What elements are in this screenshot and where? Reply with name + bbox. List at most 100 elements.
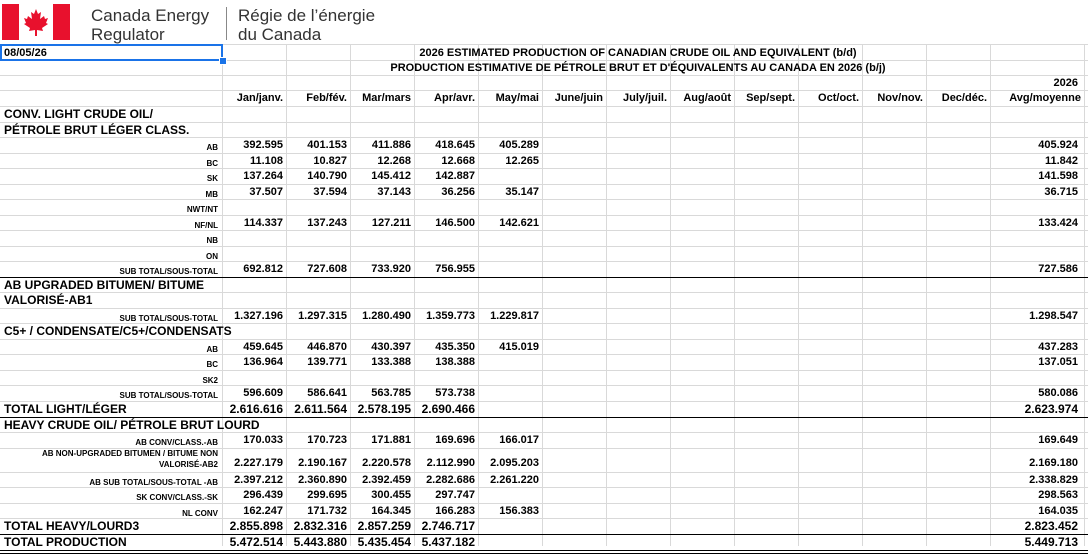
- value-cell[interactable]: 411.886: [350, 138, 411, 152]
- average-cell[interactable]: 169.649: [990, 433, 1078, 447]
- row-label[interactable]: AB UPGRADED BITUMEN/ BITUME: [4, 278, 204, 292]
- value-cell[interactable]: 162.247: [222, 504, 283, 518]
- value-cell[interactable]: 1.229.817: [478, 309, 539, 323]
- value-cell[interactable]: 136.964: [222, 355, 283, 369]
- value-cell[interactable]: 2.360.890: [286, 473, 347, 487]
- value-cell[interactable]: 1.297.315: [286, 309, 347, 323]
- value-cell[interactable]: 297.747: [414, 488, 475, 502]
- value-cell[interactable]: 35.147: [478, 185, 539, 199]
- value-cell[interactable]: 166.283: [414, 504, 475, 518]
- value-cell[interactable]: 2.578.195: [350, 402, 411, 416]
- value-cell[interactable]: 5.437.182: [414, 535, 475, 549]
- average-cell[interactable]: 2.623.974: [990, 402, 1078, 416]
- value-cell[interactable]: 2.282.686: [414, 473, 475, 487]
- average-cell[interactable]: 141.598: [990, 169, 1078, 183]
- value-cell[interactable]: 418.645: [414, 138, 475, 152]
- value-cell[interactable]: 133.388: [350, 355, 411, 369]
- value-cell[interactable]: 692.812: [222, 262, 283, 276]
- average-cell[interactable]: 5.449.713: [990, 535, 1078, 549]
- value-cell[interactable]: 170.723: [286, 433, 347, 447]
- value-cell[interactable]: 446.870: [286, 340, 347, 354]
- value-cell[interactable]: 12.265: [478, 154, 539, 168]
- value-cell[interactable]: 2.095.203: [478, 456, 539, 470]
- value-cell[interactable]: 2.832.316: [286, 519, 347, 533]
- row-label[interactable]: VALORISÉ-AB1: [4, 293, 92, 307]
- value-cell[interactable]: 140.790: [286, 169, 347, 183]
- average-cell[interactable]: 133.424: [990, 216, 1078, 230]
- value-cell[interactable]: 596.609: [222, 386, 283, 400]
- value-cell[interactable]: 164.345: [350, 504, 411, 518]
- value-cell[interactable]: 2.857.259: [350, 519, 411, 533]
- row-label[interactable]: HEAVY CRUDE OIL/ PÉTROLE BRUT LOURD: [4, 418, 260, 432]
- value-cell[interactable]: 11.108: [222, 154, 283, 168]
- value-cell[interactable]: 156.383: [478, 504, 539, 518]
- value-cell[interactable]: 2.190.167: [286, 456, 347, 470]
- spreadsheet-grid[interactable]: 08/05/26 2026 ESTIMATED PRODUCTION OF CAN…: [0, 0, 1088, 554]
- value-cell[interactable]: 139.771: [286, 355, 347, 369]
- value-cell[interactable]: 392.595: [222, 138, 283, 152]
- value-cell[interactable]: 2.392.459: [350, 473, 411, 487]
- selection-fill-handle[interactable]: [219, 57, 227, 65]
- value-cell[interactable]: 563.785: [350, 386, 411, 400]
- value-cell[interactable]: 12.268: [350, 154, 411, 168]
- value-cell[interactable]: 2.261.220: [478, 473, 539, 487]
- average-cell[interactable]: 11.842: [990, 154, 1078, 168]
- row-label[interactable]: CONV. LIGHT CRUDE OIL/: [4, 107, 153, 121]
- value-cell[interactable]: 2.220.578: [350, 456, 411, 470]
- value-cell[interactable]: 1.280.490: [350, 309, 411, 323]
- value-cell[interactable]: 727.608: [286, 262, 347, 276]
- value-cell[interactable]: 171.881: [350, 433, 411, 447]
- value-cell[interactable]: 138.388: [414, 355, 475, 369]
- value-cell[interactable]: 586.641: [286, 386, 347, 400]
- value-cell[interactable]: 459.645: [222, 340, 283, 354]
- value-cell[interactable]: 5.435.454: [350, 535, 411, 549]
- value-cell[interactable]: 137.243: [286, 216, 347, 230]
- value-cell[interactable]: 2.690.466: [414, 402, 475, 416]
- value-cell[interactable]: 114.337: [222, 216, 283, 230]
- average-cell[interactable]: 727.586: [990, 262, 1078, 276]
- value-cell[interactable]: 296.439: [222, 488, 283, 502]
- value-cell[interactable]: 2.397.212: [222, 473, 283, 487]
- average-cell[interactable]: 36.715: [990, 185, 1078, 199]
- value-cell[interactable]: 145.412: [350, 169, 411, 183]
- row-label[interactable]: TOTAL HEAVY/LOURD3: [4, 519, 139, 533]
- average-cell[interactable]: 405.924: [990, 138, 1078, 152]
- average-cell[interactable]: 2.338.829: [990, 473, 1078, 487]
- average-cell[interactable]: 137.051: [990, 355, 1078, 369]
- average-cell[interactable]: 1.298.547: [990, 309, 1078, 323]
- row-label[interactable]: TOTAL PRODUCTION: [4, 535, 127, 549]
- value-cell[interactable]: 36.256: [414, 185, 475, 199]
- row-label[interactable]: AB NON-UPGRADED BITUMEN / BITUME NON VALO…: [0, 448, 218, 470]
- value-cell[interactable]: 573.738: [414, 386, 475, 400]
- value-cell[interactable]: 171.732: [286, 504, 347, 518]
- value-cell[interactable]: 142.621: [478, 216, 539, 230]
- value-cell[interactable]: 5.443.880: [286, 535, 347, 549]
- value-cell[interactable]: 733.920: [350, 262, 411, 276]
- value-cell[interactable]: 37.594: [286, 185, 347, 199]
- average-cell[interactable]: 298.563: [990, 488, 1078, 502]
- value-cell[interactable]: 142.887: [414, 169, 475, 183]
- value-cell[interactable]: 300.455: [350, 488, 411, 502]
- value-cell[interactable]: 2.616.616: [222, 402, 283, 416]
- value-cell[interactable]: 1.327.196: [222, 309, 283, 323]
- value-cell[interactable]: 146.500: [414, 216, 475, 230]
- average-cell[interactable]: 164.035: [990, 504, 1078, 518]
- value-cell[interactable]: 10.827: [286, 154, 347, 168]
- value-cell[interactable]: 405.289: [478, 138, 539, 152]
- row-label[interactable]: PÉTROLE BRUT LÉGER CLASS.: [4, 123, 189, 137]
- value-cell[interactable]: 2.112.990: [414, 456, 475, 470]
- value-cell[interactable]: 401.153: [286, 138, 347, 152]
- value-cell[interactable]: 430.397: [350, 340, 411, 354]
- value-cell[interactable]: 5.472.514: [222, 535, 283, 549]
- average-cell[interactable]: 580.086: [990, 386, 1078, 400]
- value-cell[interactable]: 127.211: [350, 216, 411, 230]
- value-cell[interactable]: 2.611.564: [286, 402, 347, 416]
- value-cell[interactable]: 299.695: [286, 488, 347, 502]
- average-cell[interactable]: 2.169.180: [990, 456, 1078, 470]
- value-cell[interactable]: 435.350: [414, 340, 475, 354]
- row-label[interactable]: C5+ / CONDENSATE/C5+/CONDENSATS: [4, 324, 232, 338]
- row-label[interactable]: TOTAL LIGHT/LÉGER: [4, 402, 127, 416]
- average-cell[interactable]: 2.823.452: [990, 519, 1078, 533]
- value-cell[interactable]: 756.955: [414, 262, 475, 276]
- value-cell[interactable]: 2.227.179: [222, 456, 283, 470]
